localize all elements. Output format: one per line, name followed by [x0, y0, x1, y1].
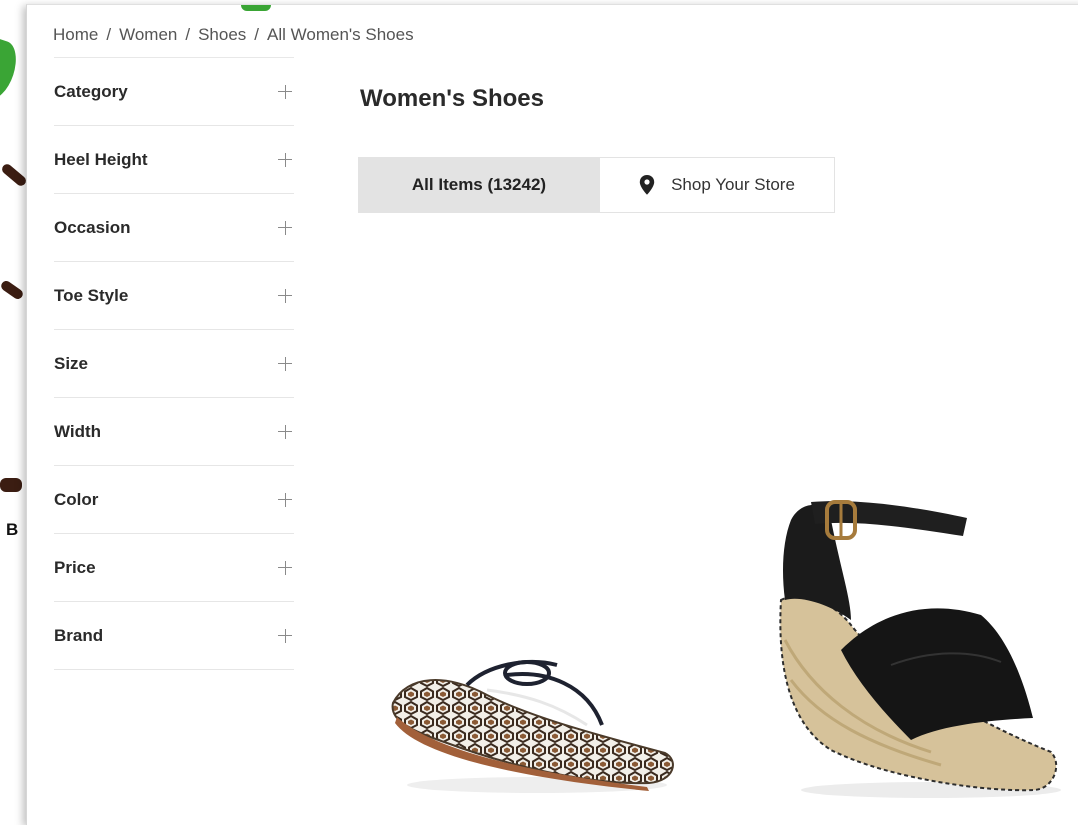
product-image [391, 659, 674, 793]
leaf-decoration [0, 36, 23, 104]
filter-label: Category [54, 81, 128, 101]
filter-price[interactable]: Price [54, 534, 294, 602]
filter-label: Size [54, 353, 89, 373]
inventory-tabs: All Items (13242) Shop Your Store [358, 157, 835, 213]
location-pin-icon [639, 175, 655, 195]
plus-icon[interactable] [278, 356, 292, 371]
filter-label: Brand [54, 625, 104, 645]
product-listing-page: Home / Women / Shoes / All Women's Shoes… [26, 4, 1078, 825]
breadcrumb-separator: / [106, 25, 112, 44]
breadcrumb-current: All Women's Shoes [267, 25, 414, 44]
breadcrumb-separator: / [254, 25, 260, 44]
page-title: Women's Shoes [360, 85, 544, 112]
product-card-sandal[interactable] [387, 645, 677, 800]
filter-label: Toe Style [54, 285, 129, 305]
plus-icon[interactable] [278, 152, 292, 167]
breadcrumb-home[interactable]: Home [53, 25, 98, 45]
filter-label: Width [54, 421, 102, 441]
plus-icon[interactable] [278, 288, 292, 303]
plus-icon[interactable] [278, 84, 292, 99]
filter-heel-height[interactable]: Heel Height [54, 126, 294, 194]
breadcrumb-shoes[interactable]: Shoes [198, 25, 246, 45]
breadcrumb: Home / Women / Shoes / All Women's Shoes [53, 25, 414, 45]
filter-label: Occasion [54, 217, 131, 237]
filter-brand[interactable]: Brand [54, 602, 294, 670]
branch-decoration [0, 162, 28, 188]
filter-occasion[interactable]: Occasion [54, 194, 294, 262]
plus-icon[interactable] [278, 424, 292, 439]
plus-icon[interactable] [278, 220, 292, 235]
filter-toe-style[interactable]: Toe Style [54, 262, 294, 330]
leaf-decoration [241, 5, 271, 11]
plus-icon[interactable] [278, 560, 292, 575]
product-card-wedge[interactable] [771, 490, 1061, 800]
background-letter: B [6, 520, 19, 539]
filter-label: Price [54, 557, 96, 577]
breadcrumb-women[interactable]: Women [119, 25, 177, 45]
product-image [779, 500, 1061, 798]
plus-icon[interactable] [278, 492, 292, 507]
tab-all-items[interactable]: All Items (13242) [358, 157, 600, 213]
filter-size[interactable]: Size [54, 330, 294, 398]
plus-icon[interactable] [278, 628, 292, 643]
filter-label: Heel Height [54, 149, 148, 169]
filter-label: Color [54, 489, 99, 509]
filter-color[interactable]: Color [54, 466, 294, 534]
tab-store-label: Shop Your Store [671, 175, 795, 194]
filter-sidebar: Category Heel Height Occasion Toe Style … [54, 57, 294, 670]
tab-shop-your-store[interactable]: Shop Your Store [600, 157, 835, 213]
filter-category[interactable]: Category [54, 58, 294, 126]
branch-decoration [0, 279, 25, 301]
branch-decoration [0, 478, 22, 492]
breadcrumb-separator: / [185, 25, 191, 44]
filter-width[interactable]: Width [54, 398, 294, 466]
